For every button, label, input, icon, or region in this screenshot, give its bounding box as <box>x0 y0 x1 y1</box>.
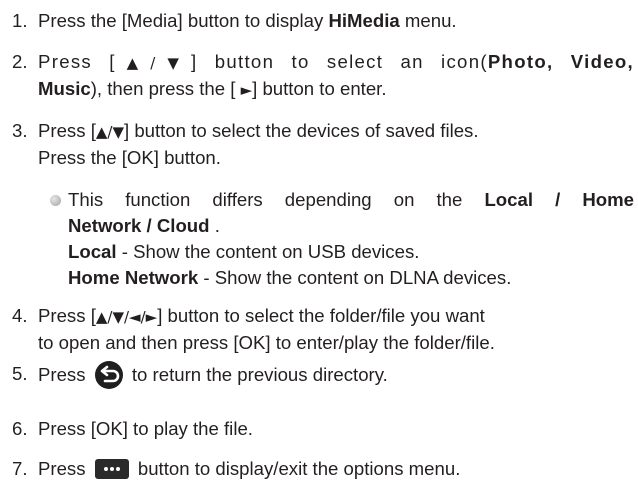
step-2: 2. Press [▲/▼] button to select an icon(… <box>12 49 634 103</box>
more-options-icon <box>94 459 129 479</box>
himedia-label: HiMedia <box>328 10 400 31</box>
step-line: Press [▲/▼/◄/►] button to select the fol… <box>38 305 485 326</box>
up-down-arrow-icon: ▲/▼ <box>95 123 124 141</box>
step-text: Press to return the previous directory. <box>38 361 634 389</box>
step-number: 5. <box>12 363 28 384</box>
up-down-arrow-icon: ▲/▼ <box>115 54 191 72</box>
step-number: 6. <box>12 418 28 439</box>
return-icon <box>94 361 123 389</box>
media-types-label: Photo, Video, <box>487 51 634 72</box>
step-text: Press [▲/▼] button to select the devices… <box>38 118 634 171</box>
instruction-page: 1. Press the [Media] button to display H… <box>0 0 638 488</box>
step-text: Press [▲/▼] button to select an icon(Pho… <box>38 49 634 103</box>
note-text: This function differs depending on the L… <box>68 187 634 291</box>
step-number: 3. <box>12 120 28 141</box>
note-line: This function differs depending on the L… <box>68 189 634 210</box>
bullet-icon <box>50 195 61 206</box>
step-4: 4. Press [▲/▼/◄/►] button to select the … <box>12 303 634 356</box>
step-6: 6. Press [OK] to play the file. <box>12 416 634 442</box>
note-line: Network / Cloud . <box>68 215 220 236</box>
step-line: Press the [OK] button. <box>38 147 221 168</box>
step-text: Press the [Media] button to display HiMe… <box>38 10 457 31</box>
step-text: Press [OK] to play the file. <box>38 418 253 439</box>
step-line: Press [▲/▼] button to select an icon(Pho… <box>38 51 634 72</box>
step-line: Press [▲/▼] button to select the devices… <box>38 120 479 141</box>
step-7: 7. Press button to display/exit the opti… <box>12 456 634 482</box>
step-number: 7. <box>12 458 28 479</box>
step-line: to open and then press [OK] to enter/pla… <box>38 332 495 353</box>
step-number: 2. <box>12 51 28 72</box>
note-line: Local - Show the content on USB devices. <box>68 241 420 262</box>
step-1: 1. Press the [Media] button to display H… <box>12 8 634 34</box>
step-5: 5. Press to return the previous director… <box>12 361 634 389</box>
four-way-arrow-icon: ▲/▼/◄/► <box>95 308 158 326</box>
step-number: 1. <box>12 10 28 31</box>
step-text: Press [▲/▼/◄/►] button to select the fol… <box>38 303 634 356</box>
step-number: 4. <box>12 305 28 326</box>
step-line: Music), then press the [ ►] button to en… <box>38 78 387 99</box>
step-text: Press button to display/exit the options… <box>38 458 461 479</box>
step-3: 3. Press [▲/▼] button to select the devi… <box>12 118 634 171</box>
note-line: Home Network - Show the content on DLNA … <box>68 267 512 288</box>
note-block: This function differs depending on the L… <box>50 187 634 291</box>
right-arrow-icon: ► <box>240 81 253 99</box>
music-label: Music <box>38 78 91 99</box>
